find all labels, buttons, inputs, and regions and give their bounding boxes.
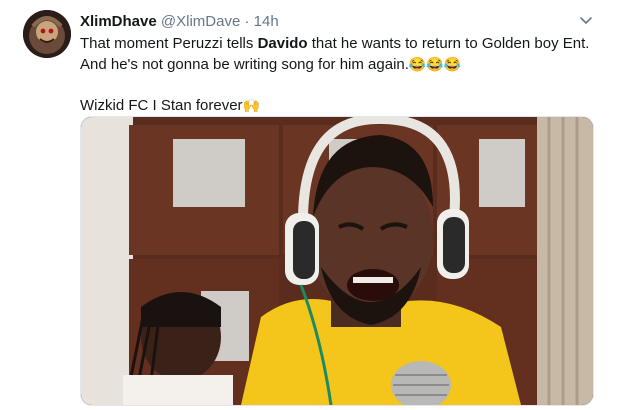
user-handle[interactable]: @XlimDave — [161, 13, 240, 30]
tweet-paragraph-1: That moment Peruzzi tells Davido that he… — [80, 34, 600, 75]
avatar[interactable] — [23, 10, 71, 58]
tweet-text-line2: Wizkid FC I Stan forever — [80, 97, 243, 114]
laughing-emoji-icon: 😂😂😂 — [408, 56, 462, 72]
avatar-image — [23, 10, 71, 58]
raised-hands-emoji-icon: 🙌 — [242, 97, 260, 113]
tweet-photo[interactable] — [80, 116, 594, 406]
chevron-down-icon[interactable] — [578, 14, 594, 28]
tweet-card[interactable]: XlimDhave @XlimDave · 14h That moment Pe… — [0, 0, 627, 410]
tweet-paragraph-2: Wizkid FC I Stan forever🙌 — [80, 95, 600, 116]
tweet-text-part1: That moment Peruzzi tells — [80, 35, 258, 52]
photo-image — [81, 117, 593, 405]
tweet-text: That moment Peruzzi tells Davido that he… — [80, 34, 600, 116]
tweet-header: XlimDhave @XlimDave · 14h — [80, 12, 279, 32]
timestamp[interactable]: 14h — [254, 13, 279, 30]
mention-davido: Davido — [257, 35, 308, 52]
display-name[interactable]: XlimDhave — [80, 13, 157, 30]
separator-dot: · — [244, 13, 250, 30]
